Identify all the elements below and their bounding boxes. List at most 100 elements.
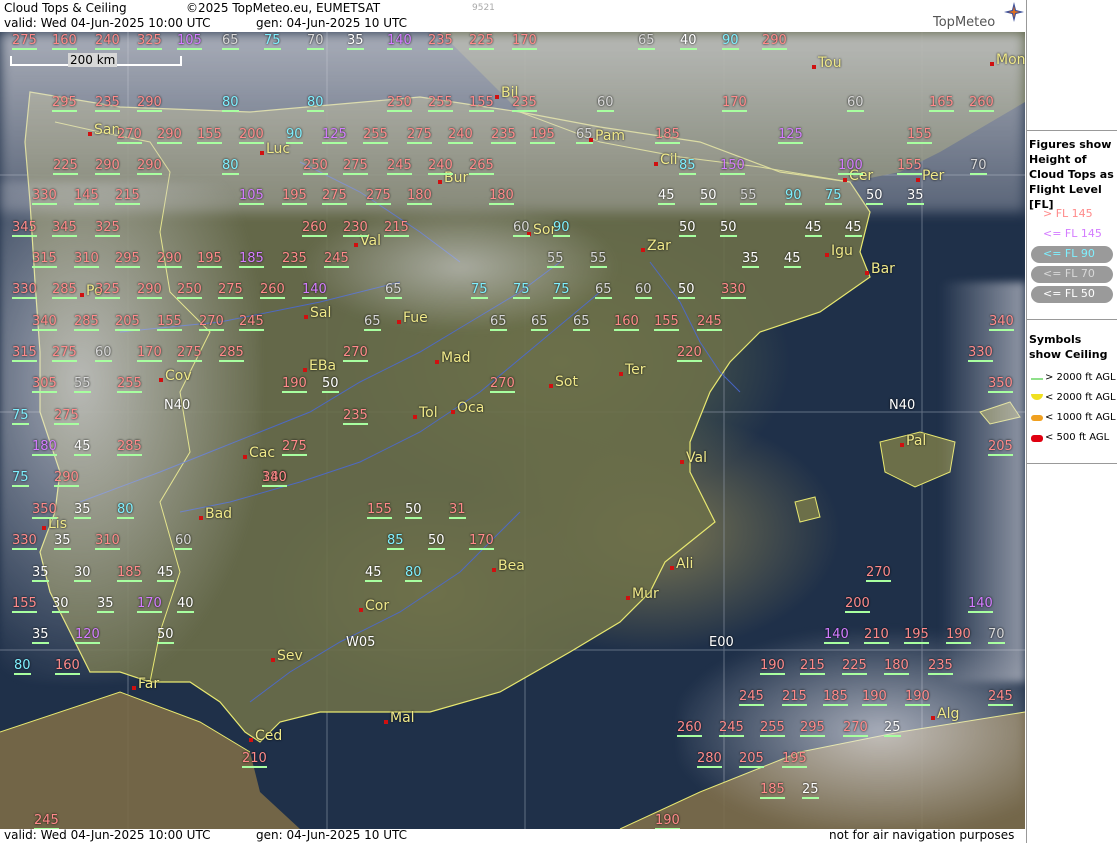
cloud-top-value: 310: [95, 533, 120, 550]
city-marker: [865, 271, 869, 275]
cloud-top-value: 50: [322, 376, 339, 393]
cloud-top-value: 295: [115, 251, 140, 268]
figures-title: Figures show Height of Cloud Tops as Fli…: [1029, 138, 1114, 211]
cloud-top-value: 155: [12, 596, 37, 613]
cloud-top-value: 155: [897, 158, 922, 175]
cloud-top-value: 65: [364, 314, 381, 331]
cloud-top-value: 225: [469, 33, 494, 50]
legend-panel: Figures show Height of Cloud Tops as Fli…: [1026, 0, 1117, 843]
city-marker: [199, 516, 203, 520]
ceiling-green-line-icon: [1031, 378, 1043, 380]
cloud-top-value: 45: [157, 565, 174, 582]
cloud-top-value: 190: [282, 376, 307, 393]
grid-label-w05: W05: [346, 635, 376, 650]
city-marker: [397, 320, 401, 324]
city-marker: [549, 384, 553, 388]
cloud-top-value: 280: [697, 751, 722, 768]
cloud-top-value: 325: [95, 282, 120, 299]
cloud-top-value: 45: [74, 439, 91, 456]
cloud-top-value: 315: [12, 345, 37, 362]
ceiling-legend-label: < 500 ft AGL: [1045, 432, 1110, 443]
cloud-top-value: 290: [157, 251, 182, 268]
city-label: Sal: [310, 305, 332, 321]
ceiling-red-pill-icon: [1031, 435, 1043, 442]
cloud-top-value: 140: [387, 33, 412, 50]
cloud-top-value: 255: [363, 127, 388, 144]
cloud-top-value: 330: [721, 282, 746, 299]
cloud-top-value: 260: [302, 220, 327, 237]
city-label: Zar: [647, 238, 671, 254]
cloud-top-value: 270: [490, 376, 515, 393]
cloud-top-value: 195: [782, 751, 807, 768]
city-label: Far: [138, 676, 160, 692]
cloud-top-value: 90: [286, 127, 303, 144]
cloud-top-value: 50: [866, 188, 883, 205]
cloud-top-value: 25: [884, 720, 901, 737]
city-marker: [451, 410, 455, 414]
cloud-top-value: 275: [343, 158, 368, 175]
cloud-top-value: 285: [219, 345, 244, 362]
cloud-top-value: 255: [117, 376, 142, 393]
cloud-top-value: 100: [838, 158, 863, 175]
cloud-top-value: 60: [95, 345, 112, 362]
city-marker: [384, 720, 388, 724]
city-marker: [304, 315, 308, 319]
map-footer: valid: Wed 04-Jun-2025 10:00 UTC gen: 04…: [0, 828, 1025, 843]
cloud-top-value: 155: [197, 127, 222, 144]
satellite-map[interactable]: 200 km N40 N40 W05 E00 Tou Mon Bil San Pam Lu…: [0, 32, 1025, 829]
cloud-top-value: 290: [95, 158, 120, 175]
city-marker: [359, 608, 363, 612]
cloud-top-value: 85: [679, 158, 696, 175]
city-label: Mur: [632, 586, 659, 602]
cloud-top-value: 240: [448, 127, 473, 144]
cloud-top-value: 185: [117, 565, 142, 582]
cloud-top-value: 260: [969, 95, 994, 112]
cloud-top-value: 250: [177, 282, 202, 299]
cloud-top-value: 75: [12, 470, 29, 487]
cloud-top-value: 150: [720, 158, 745, 175]
scale-label: 200 km: [68, 53, 118, 67]
city-label: Pal: [906, 433, 927, 449]
cloud-top-value: 50: [679, 220, 696, 237]
cloud-top-value: 180: [407, 188, 432, 205]
cloud-top-value: 295: [800, 720, 825, 737]
cloud-top-value: 105: [177, 33, 202, 50]
city-label: Per: [922, 168, 945, 184]
cloud-top-value: 235: [343, 408, 368, 425]
cloud-top-value: 325: [137, 33, 162, 50]
cloud-top-value: 45: [784, 251, 801, 268]
cloud-top-value: 305: [32, 376, 57, 393]
city-label: Sot: [555, 374, 578, 390]
city-marker: [354, 243, 358, 247]
cloud-top-value: 210: [242, 751, 267, 768]
cloud-top-value: 80: [14, 658, 31, 675]
cloud-top-value: 45: [805, 220, 822, 237]
cloud-top-value: 275: [322, 188, 347, 205]
cloud-top-value: 235: [428, 33, 453, 50]
cloud-top-value: 65: [573, 314, 590, 331]
cloud-top-value: 345: [52, 220, 77, 237]
city-marker: [413, 415, 417, 419]
cloud-top-value: 35: [32, 565, 49, 582]
cloud-top-value: 165: [929, 95, 954, 112]
city-marker: [931, 716, 935, 720]
cloud-top-value: 65: [385, 282, 402, 299]
cloud-top-value: 185: [823, 689, 848, 706]
cloud-top-value: 195: [282, 188, 307, 205]
cloud-top-value: 35: [97, 596, 114, 613]
cloud-top-value: 245: [239, 314, 264, 331]
cloud-top-value: 160: [614, 314, 639, 331]
cloud-top-value: 80: [405, 565, 422, 582]
cloud-top-value: 170: [137, 345, 162, 362]
cloud-top-value: 185: [655, 127, 680, 144]
grid-label-n40-west: N40: [164, 398, 191, 413]
cloud-top-value: 275: [52, 345, 77, 362]
cloud-top-value: 195: [904, 627, 929, 644]
cloud-top-value: 245: [739, 689, 764, 706]
cloud-top-value: 70: [988, 627, 1005, 644]
cloud-top-value: 75: [264, 33, 281, 50]
cloud-top-value: 270: [343, 345, 368, 362]
cloud-top-value: 235: [491, 127, 516, 144]
cloud-top-value: 275: [366, 188, 391, 205]
ceiling-legend-label: < 1000 ft AGL: [1045, 412, 1116, 423]
